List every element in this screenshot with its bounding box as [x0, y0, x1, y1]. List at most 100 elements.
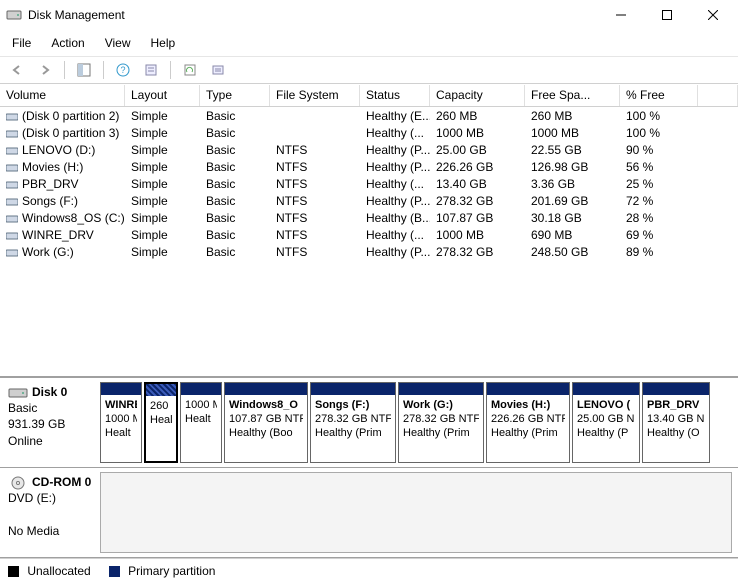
refresh-icon[interactable] [179, 59, 201, 81]
partition-header-bar [311, 383, 395, 395]
minimize-button[interactable] [598, 0, 644, 30]
volume-fs: NTFS [270, 143, 360, 157]
volume-capacity: 278.32 GB [430, 245, 525, 259]
volume-free: 248.50 GB [525, 245, 620, 259]
menu-action[interactable]: Action [41, 32, 94, 54]
show-hide-console-tree-icon[interactable] [73, 59, 95, 81]
partition-block[interactable]: Windows8_O107.87 GB NTFHealthy (Boo [224, 382, 308, 463]
col-volume[interactable]: Volume [0, 85, 125, 106]
swatch-primary [109, 566, 120, 577]
disk-management-icon [6, 7, 22, 23]
partition-block[interactable]: Songs (F:)278.32 GB NTFHealthy (Prim [310, 382, 396, 463]
disk0-status: Online [8, 434, 43, 448]
volume-layout: Simple [125, 211, 200, 225]
volume-list-header: Volume Layout Type File System Status Ca… [0, 85, 738, 107]
volume-row[interactable]: Work (G:)SimpleBasicNTFSHealthy (P...278… [0, 243, 738, 260]
volume-icon [6, 162, 18, 172]
volume-type: Basic [200, 109, 270, 123]
help-icon[interactable]: ? [112, 59, 134, 81]
disk-row-disk0: Disk 0 Basic 931.39 GB Online WINRE1000 … [0, 378, 738, 468]
col-freespace[interactable]: Free Spa... [525, 85, 620, 106]
volume-layout: Simple [125, 245, 200, 259]
volume-layout: Simple [125, 160, 200, 174]
partition-block[interactable]: 1000 MHealt [180, 382, 222, 463]
partition-name: Windows8_O [229, 399, 303, 413]
col-layout[interactable]: Layout [125, 85, 200, 106]
legend: Unallocated Primary partition [0, 558, 738, 582]
partition-name: WINRE [105, 399, 137, 413]
volume-row[interactable]: WINRE_DRVSimpleBasicNTFSHealthy (...1000… [0, 226, 738, 243]
partition-status: Healthy (Prim [491, 427, 565, 441]
volume-type: Basic [200, 177, 270, 191]
volume-list-body: (Disk 0 partition 2)SimpleBasicHealthy (… [0, 107, 738, 260]
volume-row[interactable]: LENOVO (D:)SimpleBasicNTFSHealthy (P...2… [0, 141, 738, 158]
volume-name: Movies (H:) [22, 160, 83, 174]
menu-help[interactable]: Help [141, 32, 186, 54]
volume-icon [6, 196, 18, 206]
toolbar-separator [103, 61, 104, 79]
partition-block[interactable]: PBR_DRV13.40 GB NHealthy (O [642, 382, 710, 463]
col-pctfree[interactable]: % Free [620, 85, 698, 106]
cdrom0-empty-area[interactable] [100, 472, 732, 553]
partition-size: 25.00 GB N [577, 413, 635, 427]
properties-icon[interactable] [140, 59, 162, 81]
menu-file[interactable]: File [2, 32, 41, 54]
volume-capacity: 260 MB [430, 109, 525, 123]
menu-view[interactable]: View [95, 32, 141, 54]
disk0-partitions: WINRE1000 MHealt260 MHeal1000 MHealtWind… [100, 378, 738, 467]
volume-row[interactable]: Movies (H:)SimpleBasicNTFSHealthy (P...2… [0, 158, 738, 175]
volume-pctfree: 100 % [620, 126, 698, 140]
volume-free: 1000 MB [525, 126, 620, 140]
list-spacer [0, 260, 738, 376]
col-extra[interactable] [698, 85, 738, 106]
volume-pctfree: 28 % [620, 211, 698, 225]
partition-block[interactable]: LENOVO (25.00 GB NHealthy (P [572, 382, 640, 463]
volume-status: Healthy (P... [360, 245, 430, 259]
cdrom0-label[interactable]: CD-ROM 0 DVD (E:) No Media [0, 468, 100, 557]
col-type[interactable]: Type [200, 85, 270, 106]
partition-name: Movies (H:) [491, 399, 565, 413]
volume-row[interactable]: (Disk 0 partition 3)SimpleBasicHealthy (… [0, 124, 738, 141]
col-filesystem[interactable]: File System [270, 85, 360, 106]
partition-status: Healt [185, 413, 217, 427]
volume-type: Basic [200, 194, 270, 208]
volume-icon [6, 145, 18, 155]
volume-status: Healthy (P... [360, 160, 430, 174]
partition-size: 13.40 GB N [647, 413, 705, 427]
partition-status: Healt [105, 427, 137, 441]
volume-row[interactable]: PBR_DRVSimpleBasicNTFSHealthy (...13.40 … [0, 175, 738, 192]
disk-graphical-view: Disk 0 Basic 931.39 GB Online WINRE1000 … [0, 376, 738, 558]
volume-row[interactable]: (Disk 0 partition 2)SimpleBasicHealthy (… [0, 107, 738, 124]
col-capacity[interactable]: Capacity [430, 85, 525, 106]
partition-size: 260 M [150, 400, 172, 414]
back-icon[interactable] [6, 59, 28, 81]
volume-type: Basic [200, 160, 270, 174]
disk0-label[interactable]: Disk 0 Basic 931.39 GB Online [0, 378, 100, 467]
volume-layout: Simple [125, 177, 200, 191]
partition-status: Healthy (P [577, 427, 635, 441]
volume-icon [6, 128, 18, 138]
partition-name: Songs (F:) [315, 399, 391, 413]
partition-block[interactable]: WINRE1000 MHealt [100, 382, 142, 463]
action-list-icon[interactable] [207, 59, 229, 81]
partition-status: Healthy (Prim [403, 427, 479, 441]
volume-pctfree: 100 % [620, 109, 698, 123]
volume-row[interactable]: Windows8_OS (C:)SimpleBasicNTFSHealthy (… [0, 209, 738, 226]
volume-name: WINRE_DRV [22, 228, 94, 242]
volume-status: Healthy (P... [360, 194, 430, 208]
forward-icon[interactable] [34, 59, 56, 81]
col-status[interactable]: Status [360, 85, 430, 106]
volume-status: Healthy (B... [360, 211, 430, 225]
partition-block[interactable]: 260 MHeal [144, 382, 178, 463]
volume-layout: Simple [125, 126, 200, 140]
partition-status: Healthy (Prim [315, 427, 391, 441]
volume-row[interactable]: Songs (F:)SimpleBasicNTFSHealthy (P...27… [0, 192, 738, 209]
partition-block[interactable]: Movies (H:)226.26 GB NTFHealthy (Prim [486, 382, 570, 463]
close-button[interactable] [690, 0, 736, 30]
partition-block[interactable]: Work (G:)278.32 GB NTFHealthy (Prim [398, 382, 484, 463]
volume-list: Volume Layout Type File System Status Ca… [0, 84, 738, 260]
maximize-button[interactable] [644, 0, 690, 30]
volume-name: (Disk 0 partition 3) [22, 126, 119, 140]
volume-pctfree: 69 % [620, 228, 698, 242]
volume-icon [6, 179, 18, 189]
